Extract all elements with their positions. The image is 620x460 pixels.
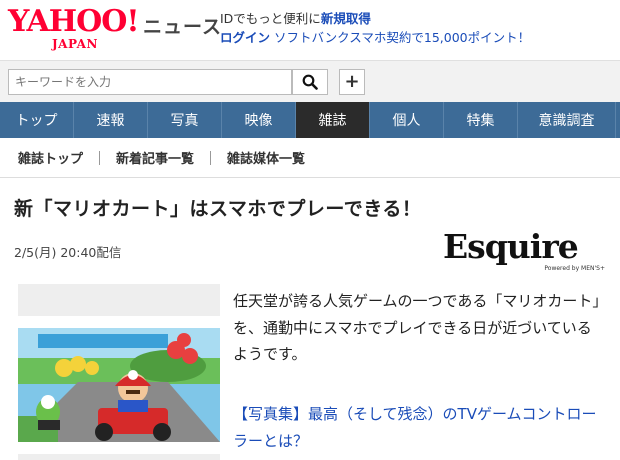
logo-sub: JAPAN — [52, 37, 98, 51]
nav-tab-individual[interactable]: 個人 — [370, 102, 444, 138]
search-button[interactable] — [292, 69, 328, 95]
nav-tab-videos[interactable]: 映像 — [222, 102, 296, 138]
service-name[interactable]: ニュース — [143, 12, 222, 39]
main-nav: トップ 速報 写真 映像 雑誌 個人 特集 意識調査 — [0, 102, 620, 138]
article-headline: 新「マリオカート」はスマホでプレーできる！ — [14, 198, 422, 220]
subnav-magazine-top[interactable]: 雑誌トップ — [18, 148, 83, 167]
add-button[interactable]: + — [339, 69, 365, 95]
article-date: 2/5(月) 20:40配信 — [14, 245, 122, 260]
related-photo-gallery-link[interactable]: 【写真集】最高（そして残念）のTVゲームコントローラーとは？ — [233, 401, 605, 454]
publisher-logo-text: Esquire — [443, 227, 579, 266]
search-input[interactable] — [8, 69, 292, 95]
nav-tab-breaking[interactable]: 速報 — [74, 102, 148, 138]
nav-tab-magazines[interactable]: 雑誌 — [296, 102, 370, 138]
promo-prefix: IDでもっと便利に — [220, 11, 321, 26]
search-icon — [302, 74, 318, 90]
promo-line-2: ログイン ソフトバンクスマホ契約で15,000ポイント！ — [220, 28, 530, 47]
logo-text: YAHOO! — [8, 4, 140, 39]
publisher-logo-sub: Powered by MEN'S+ — [544, 265, 605, 272]
photo-placeholder — [18, 284, 220, 316]
mario-kart-image — [18, 328, 220, 442]
search-bar: + — [0, 60, 620, 102]
nav-tab-features[interactable]: 特集 — [444, 102, 518, 138]
softbank-promo-link[interactable]: ソフトバンクスマホ契約で15,000ポイント！ — [274, 30, 530, 45]
nav-tab-photos[interactable]: 写真 — [148, 102, 222, 138]
sub-nav: 雑誌トップ 新着記事一覧 雑誌媒体一覧 — [0, 138, 620, 178]
article-photo-area — [18, 284, 220, 460]
publisher-logo[interactable]: Esquire Powered by MEN'S+ — [443, 228, 605, 274]
nav-tab-top[interactable]: トップ — [0, 102, 74, 138]
divider — [210, 150, 212, 165]
nav-tab-survey[interactable]: 意識調査 — [518, 102, 616, 138]
article-body: 任天堂が誇る人気ゲームの一つである「マリオカート」を、通勤中にスマホでプレイでき… — [233, 292, 600, 363]
login-link[interactable]: ログイン — [220, 30, 270, 45]
divider — [99, 150, 101, 165]
subnav-magazine-list[interactable]: 雑誌媒体一覧 — [227, 148, 305, 167]
site-header: YAHOO! JAPAN ニュース IDでもっと便利に新規取得 ログイン ソフト… — [0, 0, 620, 60]
promo-line-1: IDでもっと便利に新規取得 — [220, 9, 530, 28]
promo-area: IDでもっと便利に新規取得 ログイン ソフトバンクスマホ契約で15,000ポイン… — [220, 9, 530, 47]
plus-icon: + — [344, 71, 360, 92]
register-link[interactable]: 新規取得 — [321, 11, 371, 26]
article-photo[interactable] — [18, 328, 220, 442]
yahoo-japan-logo[interactable]: YAHOO! JAPAN — [8, 4, 140, 52]
photo-placeholder — [18, 454, 220, 460]
subnav-new-articles[interactable]: 新着記事一覧 — [116, 148, 194, 167]
